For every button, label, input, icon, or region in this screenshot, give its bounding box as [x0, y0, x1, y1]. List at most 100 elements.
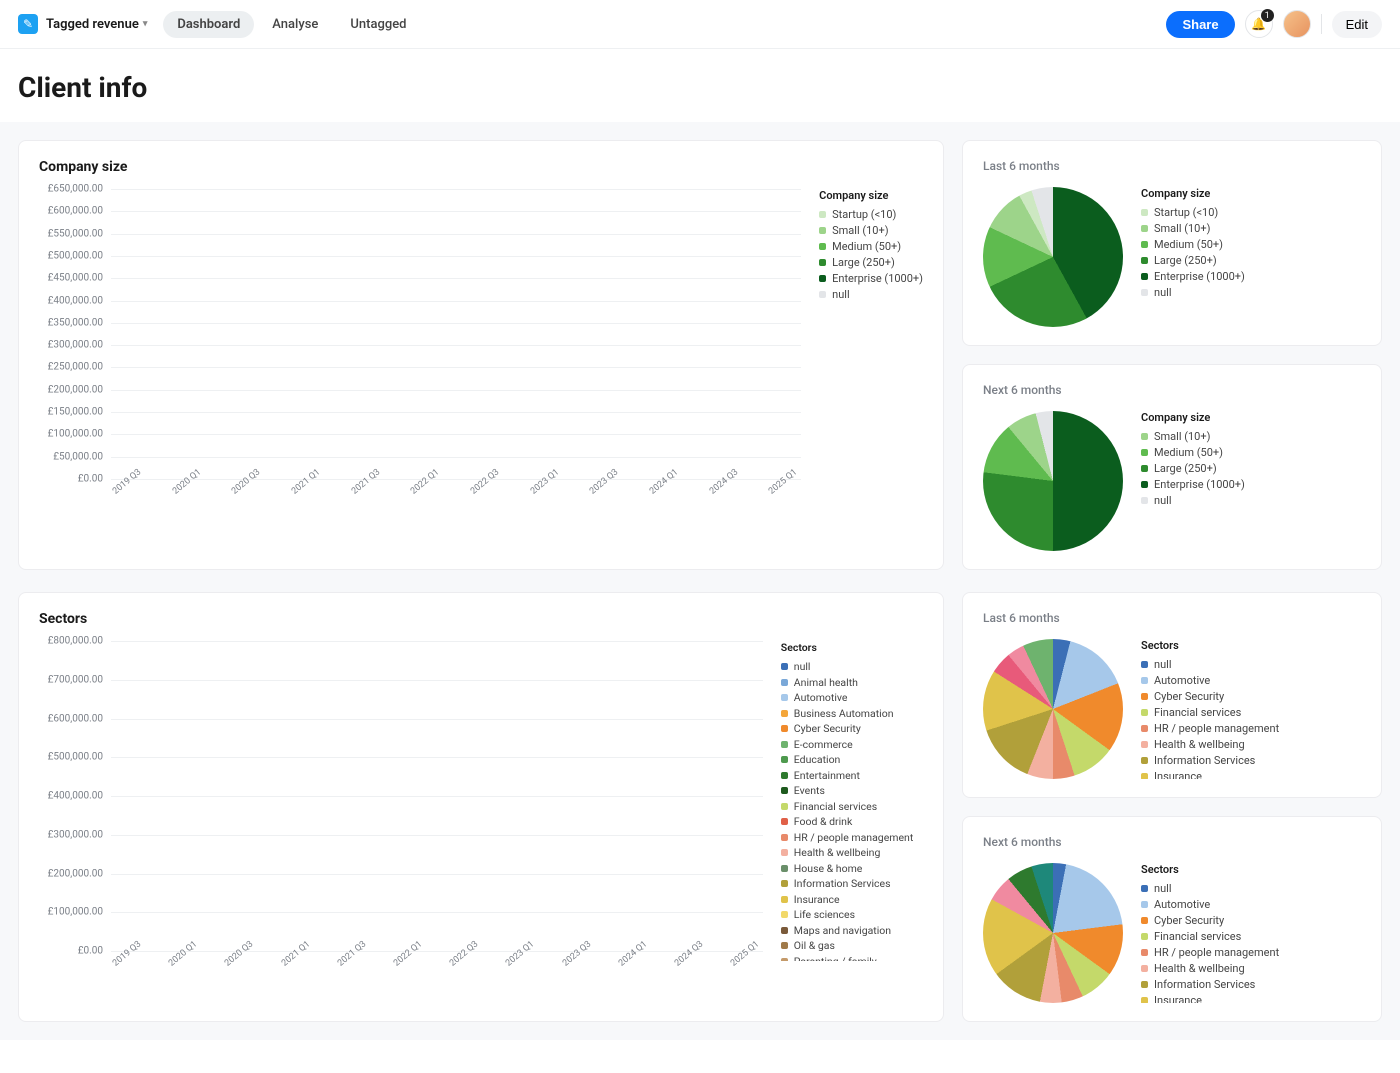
legend-item: Large (250+)	[1141, 254, 1361, 267]
legend-label: null	[1154, 286, 1172, 299]
legend-item: Parenting / family	[781, 955, 923, 962]
legend-label: Entertainment	[794, 769, 860, 782]
legend-label: E-commerce	[794, 738, 853, 751]
y-tick: £450,000.00	[48, 273, 103, 284]
legend: Company sizeStartup (<10)Small (10+)Medi…	[1141, 187, 1361, 302]
legend-label: Health & wellbeing	[794, 846, 881, 859]
swatch-icon	[1141, 965, 1148, 972]
y-tick: £500,000.00	[48, 752, 103, 763]
y-tick: £250,000.00	[48, 362, 103, 373]
app-logo[interactable]: ✎	[18, 14, 38, 34]
swatch-icon	[1141, 257, 1148, 264]
swatch-icon	[1141, 981, 1148, 988]
y-tick: £100,000.00	[48, 429, 103, 440]
avatar[interactable]	[1283, 10, 1311, 38]
legend-item: Insurance	[781, 893, 923, 906]
top-bar: ✎ Tagged revenue ▾ Dashboard Analyse Unt…	[0, 0, 1400, 49]
company-size-pie-next6	[983, 411, 1123, 551]
page-title: Client info	[0, 49, 1400, 122]
swatch-icon	[1141, 433, 1148, 440]
legend-label: Health & wellbeing	[1154, 738, 1245, 751]
swatch-icon	[781, 741, 788, 748]
swatch-icon	[819, 275, 826, 282]
legend-item: Cyber Security	[1141, 914, 1361, 927]
legend-item: Automotive	[781, 691, 923, 704]
legend-label: Information Services	[1154, 754, 1255, 767]
sectors-pie-last6	[983, 639, 1123, 779]
legend-item: Automotive	[1141, 898, 1361, 911]
swatch-icon	[1141, 481, 1148, 488]
swatch-icon	[781, 958, 788, 962]
swatch-icon	[781, 880, 788, 887]
card-company-size-bar: Company size £650,000.00£600,000.00£550,…	[18, 140, 944, 570]
legend-item: Information Services	[781, 877, 923, 890]
y-tick: £650,000.00	[48, 184, 103, 195]
company-size-bar-chart: £650,000.00£600,000.00£550,000.00£500,00…	[39, 189, 801, 509]
card-sectors-next6: Next 6 months SectorsnullAutomotiveCyber…	[962, 816, 1382, 1022]
swatch-icon	[781, 834, 788, 841]
share-button[interactable]: Share	[1166, 11, 1234, 38]
y-tick: £800,000.00	[48, 636, 103, 647]
legend-label: Enterprise (1000+)	[1154, 270, 1245, 283]
legend-label: Events	[794, 784, 825, 797]
swatch-icon	[1141, 289, 1148, 296]
y-tick: £300,000.00	[48, 829, 103, 840]
tab-dashboard[interactable]: Dashboard	[163, 11, 254, 38]
legend-label: Life sciences	[794, 908, 855, 921]
tab-analyse[interactable]: Analyse	[258, 11, 332, 38]
legend-label: Cyber Security	[1154, 690, 1224, 703]
legend-label: Enterprise (1000+)	[832, 272, 923, 285]
swatch-icon	[1141, 273, 1148, 280]
legend-label: Medium (50+)	[1154, 446, 1223, 459]
breadcrumb[interactable]: Tagged revenue ▾	[46, 17, 147, 32]
swatch-icon	[1141, 693, 1148, 700]
swatch-icon	[819, 259, 826, 266]
tab-untagged[interactable]: Untagged	[336, 11, 420, 38]
swatch-icon	[781, 865, 788, 872]
card-title: Last 6 months	[983, 611, 1361, 625]
company-size-legend: Company sizeStartup (<10)Small (10+)Medi…	[819, 189, 923, 509]
legend-item: Education	[781, 753, 923, 766]
notif-badge: 1	[1261, 9, 1274, 22]
legend-item: Medium (50+)	[1141, 238, 1361, 251]
swatch-icon	[781, 787, 788, 794]
legend-item: Health & wellbeing	[1141, 738, 1361, 751]
y-tick: £500,000.00	[48, 250, 103, 261]
legend-label: Startup (<10)	[832, 208, 896, 221]
legend-item: HR / people management	[1141, 946, 1361, 959]
swatch-icon	[781, 679, 788, 686]
legend-item: null	[1141, 882, 1361, 895]
legend-item: Events	[781, 784, 923, 797]
notifications-button[interactable]: 🔔 1	[1245, 10, 1273, 38]
y-tick: £300,000.00	[48, 340, 103, 351]
legend-label: Insurance	[1154, 770, 1202, 779]
card-title: Next 6 months	[983, 383, 1361, 397]
legend-label: Oil & gas	[794, 939, 835, 952]
y-tick: £200,000.00	[48, 868, 103, 879]
y-tick: £100,000.00	[48, 907, 103, 918]
card-title: Company size	[39, 159, 923, 175]
legend: SectorsnullAutomotiveCyber SecurityFinan…	[1141, 863, 1361, 1003]
y-tick: £600,000.00	[48, 713, 103, 724]
swatch-icon	[781, 694, 788, 701]
swatch-icon	[819, 243, 826, 250]
swatch-icon	[819, 227, 826, 234]
legend-item: null	[1141, 286, 1361, 299]
legend-label: Large (250+)	[1154, 254, 1217, 267]
legend-title: Sectors	[781, 641, 923, 654]
breadcrumb-label: Tagged revenue	[46, 17, 139, 32]
legend-label: null	[832, 288, 850, 301]
swatch-icon	[781, 911, 788, 918]
legend-item: Enterprise (1000+)	[1141, 270, 1361, 283]
legend-item: Insurance	[1141, 994, 1361, 1003]
legend-item: Medium (50+)	[819, 240, 923, 253]
legend-item: E-commerce	[781, 738, 923, 751]
card-title: Next 6 months	[983, 835, 1361, 849]
legend-label: null	[794, 660, 811, 673]
legend-label: null	[1154, 494, 1172, 507]
legend-label: Information Services	[1154, 978, 1255, 991]
edit-button[interactable]: Edit	[1332, 11, 1382, 38]
legend-item: Information Services	[1141, 754, 1361, 767]
tabs: Dashboard Analyse Untagged	[163, 11, 420, 38]
y-tick: £200,000.00	[48, 384, 103, 395]
